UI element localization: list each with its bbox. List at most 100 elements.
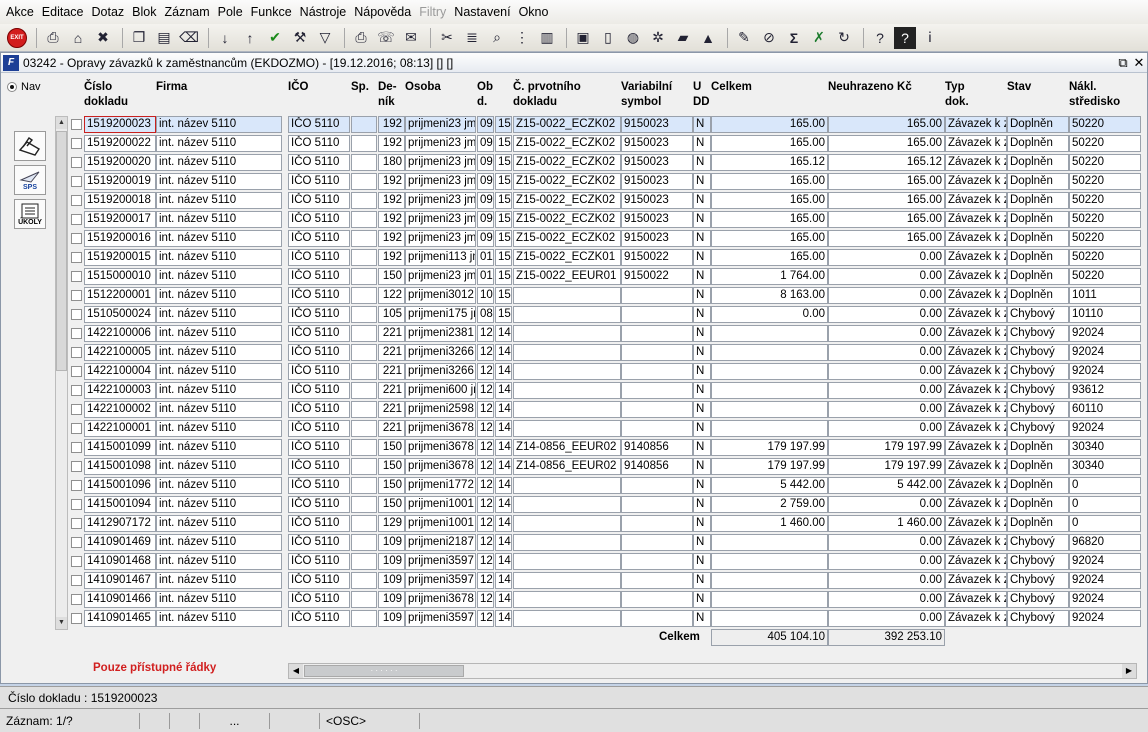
- cell-denik[interactable]: 150: [378, 477, 405, 494]
- cell-denik[interactable]: 150: [378, 496, 405, 513]
- clear-icon[interactable]: ⌫: [178, 27, 200, 49]
- cell-ico[interactable]: IČO 5110: [288, 591, 350, 608]
- cell-firma[interactable]: int. název 5110: [156, 230, 282, 247]
- cell-udd[interactable]: N: [693, 173, 711, 190]
- cell-variabilni-symbol[interactable]: 9140856: [621, 458, 693, 475]
- search-icon[interactable]: ⌕: [486, 27, 508, 49]
- cell-variabilni-symbol[interactable]: 9150023: [621, 154, 693, 171]
- table-row[interactable]: 1422100005 int. název 5110 IČO 5110 221 prij…: [1, 343, 1148, 362]
- cell-stav[interactable]: Doplněn: [1007, 116, 1069, 133]
- cell-rok[interactable]: 15: [495, 287, 512, 304]
- cell-firma[interactable]: int. název 5110: [156, 458, 282, 475]
- row-checkbox[interactable]: [71, 138, 82, 149]
- cell-firma[interactable]: int. název 5110: [156, 515, 282, 532]
- row-checkbox[interactable]: [71, 537, 82, 548]
- cell-ico[interactable]: IČO 5110: [288, 135, 350, 152]
- cell-ico[interactable]: IČO 5110: [288, 211, 350, 228]
- cell-denik[interactable]: 221: [378, 344, 405, 361]
- cell-typ-dok[interactable]: Závazek k z: [945, 363, 1007, 380]
- wrench-icon[interactable]: ⚒: [289, 27, 311, 49]
- cell-typ-dok[interactable]: Závazek k z: [945, 192, 1007, 209]
- table-row[interactable]: 1519200015 int. název 5110 IČO 5110 192 prij…: [1, 248, 1148, 267]
- cell-udd[interactable]: N: [693, 534, 711, 551]
- cell-firma[interactable]: int. název 5110: [156, 135, 282, 152]
- cell-stav[interactable]: Chybový: [1007, 306, 1069, 323]
- cell-typ-dok[interactable]: Závazek k z: [945, 496, 1007, 513]
- cell-denik[interactable]: 192: [378, 211, 405, 228]
- cell-neuhrazeno-kc[interactable]: 0.00: [828, 382, 945, 399]
- cell-obd[interactable]: 12: [477, 401, 494, 418]
- cell-variabilni-symbol[interactable]: [621, 344, 693, 361]
- cell-udd[interactable]: N: [693, 363, 711, 380]
- cell-osoba[interactable]: prijmeni3597 ji: [405, 610, 476, 627]
- cell-obd[interactable]: 12: [477, 458, 494, 475]
- cell-ico[interactable]: IČO 5110: [288, 572, 350, 589]
- table-row[interactable]: 1415001099 int. název 5110 IČO 5110 150 prij…: [1, 438, 1148, 457]
- cell-celkem[interactable]: [711, 534, 828, 551]
- cell-udd[interactable]: N: [693, 572, 711, 589]
- cell-osoba[interactable]: prijmeni23 jme: [405, 135, 476, 152]
- cell-firma[interactable]: int. název 5110: [156, 534, 282, 551]
- cell-obd[interactable]: 09: [477, 154, 494, 171]
- cell-denik[interactable]: 109: [378, 610, 405, 627]
- table-row[interactable]: 1412907172 int. název 5110 IČO 5110 129 prij…: [1, 514, 1148, 533]
- cell-cislo-dokladu[interactable]: 1415001094: [84, 496, 156, 513]
- sigma-icon[interactable]: Σ: [783, 27, 805, 49]
- cell-typ-dok[interactable]: Závazek k z: [945, 344, 1007, 361]
- cell-nakl-stredisko[interactable]: 93612: [1069, 382, 1141, 399]
- cell-typ-dok[interactable]: Závazek k z: [945, 534, 1007, 551]
- cell-stav[interactable]: Chybový: [1007, 420, 1069, 437]
- cell-stav[interactable]: Doplněn: [1007, 287, 1069, 304]
- cell-denik[interactable]: 192: [378, 116, 405, 133]
- cell-sp[interactable]: [351, 344, 377, 361]
- cell-udd[interactable]: N: [693, 591, 711, 608]
- cell-variabilni-symbol[interactable]: [621, 496, 693, 513]
- cell-stav[interactable]: Doplněn: [1007, 515, 1069, 532]
- cell-osoba[interactable]: prijmeni23 jme: [405, 268, 476, 285]
- cell-udd[interactable]: N: [693, 477, 711, 494]
- help-book-icon[interactable]: ?: [894, 26, 916, 49]
- cell-neuhrazeno-kc[interactable]: 1 460.00: [828, 515, 945, 532]
- cell-osoba[interactable]: prijmeni23 jme: [405, 211, 476, 228]
- cell-variabilni-symbol[interactable]: 9150023: [621, 192, 693, 209]
- cell-variabilni-symbol[interactable]: 9140856: [621, 439, 693, 456]
- cell-celkem[interactable]: 5 442.00: [711, 477, 828, 494]
- cell-ico[interactable]: IČO 5110: [288, 515, 350, 532]
- cell-nakl-stredisko[interactable]: 30340: [1069, 439, 1141, 456]
- cell-typ-dok[interactable]: Závazek k z: [945, 287, 1007, 304]
- row-checkbox[interactable]: [71, 442, 82, 453]
- cell-firma[interactable]: int. název 5110: [156, 382, 282, 399]
- cell-neuhrazeno-kc[interactable]: 5 442.00: [828, 477, 945, 494]
- cell-obd[interactable]: 09: [477, 173, 494, 190]
- cell-rok[interactable]: 14: [495, 496, 512, 513]
- cell-nakl-stredisko[interactable]: 92024: [1069, 572, 1141, 589]
- cell-neuhrazeno-kc[interactable]: 0.00: [828, 287, 945, 304]
- cell-stav[interactable]: Chybový: [1007, 363, 1069, 380]
- cell-osoba[interactable]: prijmeni113 jm: [405, 249, 476, 266]
- cell-ico[interactable]: IČO 5110: [288, 477, 350, 494]
- cell-obd[interactable]: 09: [477, 192, 494, 209]
- horizontal-scrollbar[interactable]: ◀ · · · · · · ▶: [288, 663, 1137, 679]
- cell-stav[interactable]: Doplněn: [1007, 439, 1069, 456]
- cell-c-prvotniho-dokladu[interactable]: [513, 287, 621, 304]
- cell-rok[interactable]: 14: [495, 534, 512, 551]
- header-denik[interactable]: De- ník: [378, 80, 397, 110]
- menu-dotaz[interactable]: Dotaz: [88, 0, 129, 24]
- cell-typ-dok[interactable]: Závazek k z: [945, 382, 1007, 399]
- cell-ico[interactable]: IČO 5110: [288, 363, 350, 380]
- cell-cislo-dokladu[interactable]: 1510500024: [84, 306, 156, 323]
- cell-firma[interactable]: int. název 5110: [156, 439, 282, 456]
- header-neuhrazeno-kc[interactable]: Neuhrazeno Kč: [828, 80, 912, 95]
- cell-variabilni-symbol[interactable]: 9150022: [621, 249, 693, 266]
- cell-nakl-stredisko[interactable]: 92024: [1069, 363, 1141, 380]
- cell-cislo-dokladu[interactable]: 1422100001: [84, 420, 156, 437]
- cell-stav[interactable]: Doplněn: [1007, 268, 1069, 285]
- menu-nastaveni[interactable]: Nastavení: [450, 0, 514, 24]
- cell-ico[interactable]: IČO 5110: [288, 249, 350, 266]
- cell-firma[interactable]: int. název 5110: [156, 344, 282, 361]
- cell-nakl-stredisko[interactable]: 50220: [1069, 116, 1141, 133]
- cell-cislo-dokladu[interactable]: 1412907172: [84, 515, 156, 532]
- row-checkbox[interactable]: [71, 518, 82, 529]
- cell-stav[interactable]: Doplněn: [1007, 211, 1069, 228]
- cell-celkem[interactable]: 165.00: [711, 173, 828, 190]
